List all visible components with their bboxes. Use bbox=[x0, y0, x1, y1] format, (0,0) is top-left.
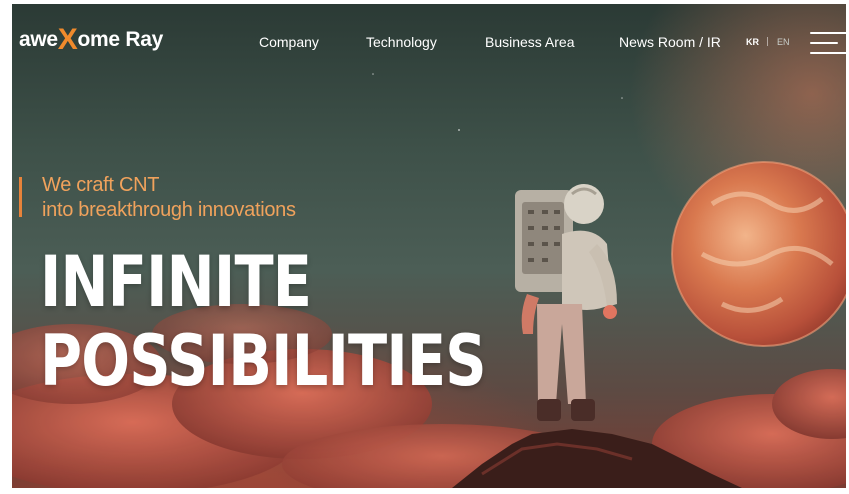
tagline-line-2: into breakthrough innovations bbox=[42, 199, 296, 221]
language-option-kr[interactable]: KR bbox=[746, 37, 759, 47]
language-divider bbox=[767, 37, 768, 46]
headline-line-1: INFINITE bbox=[40, 241, 312, 323]
planet bbox=[671, 161, 846, 347]
logo-x-mark: X bbox=[57, 23, 78, 56]
language-option-en[interactable]: EN bbox=[777, 37, 790, 47]
logo-text-prefix: awe bbox=[19, 28, 58, 51]
logo-text-suffix: ome Ray bbox=[77, 28, 164, 51]
tagline-accent-bar bbox=[19, 177, 22, 217]
headline-line-2: POSSIBILITIES bbox=[40, 320, 487, 402]
nav-item-business-area[interactable]: Business Area bbox=[485, 34, 575, 50]
nav-item-company[interactable]: Company bbox=[259, 34, 319, 50]
hamburger-menu-icon[interactable] bbox=[810, 30, 846, 56]
hero-section: aweXome Ray Company Technology Business … bbox=[12, 4, 846, 488]
site-header: aweXome Ray Company Technology Business … bbox=[12, 4, 846, 82]
nav-item-news-room-ir[interactable]: News Room / IR bbox=[619, 34, 721, 50]
tagline-line-1: We craft CNT bbox=[42, 174, 160, 196]
nav-item-technology[interactable]: Technology bbox=[366, 34, 437, 50]
astronaut bbox=[515, 184, 617, 421]
logo[interactable]: aweXome Ray bbox=[19, 25, 164, 55]
